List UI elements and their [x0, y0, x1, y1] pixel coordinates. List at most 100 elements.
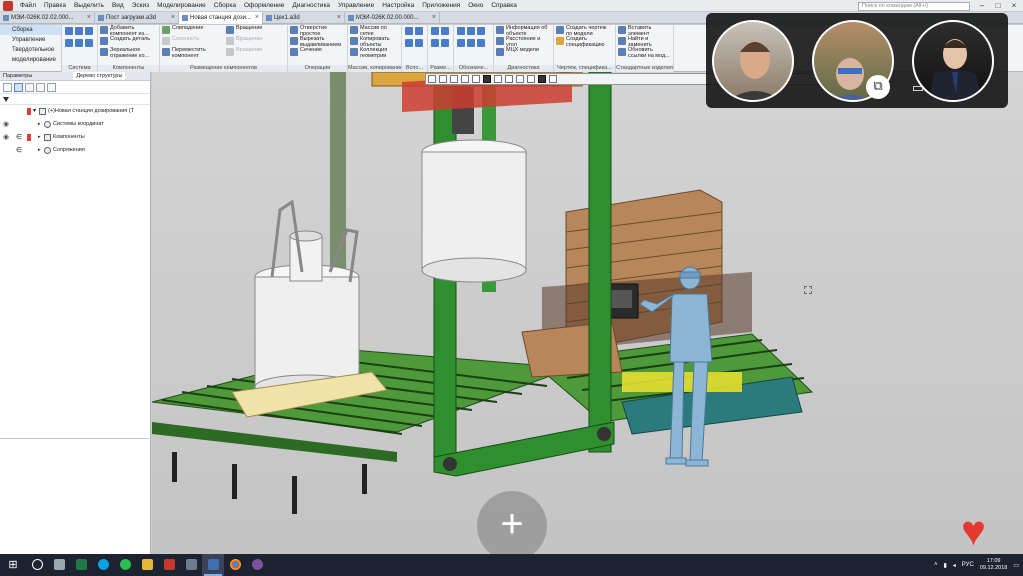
eye-icon[interactable]: ◉	[3, 131, 9, 144]
add-component-button[interactable]: Добавить компонент из...	[98, 25, 159, 36]
expand-icon[interactable]	[36, 83, 45, 92]
roughness-icon[interactable]	[467, 27, 475, 35]
distance-angle-button[interactable]: Расстояние и угол	[494, 36, 553, 47]
taskbar-kompas-3d[interactable]	[202, 554, 224, 576]
section-button[interactable]: Сечение	[288, 47, 347, 58]
print-icon[interactable]	[65, 39, 73, 47]
expand-arrow-icon[interactable]: ▸	[38, 144, 41, 157]
menu-settings[interactable]: Настройка	[378, 0, 418, 12]
coincidence-button[interactable]: Совпадение	[160, 25, 224, 36]
zoom-icon[interactable]	[439, 75, 447, 83]
create-spec-button[interactable]: Создать спецификацию	[554, 36, 615, 47]
input-language[interactable]: РУС	[962, 562, 974, 568]
structure-view-icon[interactable]	[14, 83, 23, 92]
angular-dimension-icon[interactable]	[441, 27, 449, 35]
geometry-collection-button[interactable]: Коллекция геометрии	[348, 47, 401, 58]
add-button[interactable]: +	[477, 491, 547, 561]
mode-solid-modeling-2[interactable]: моделирование	[0, 55, 61, 65]
redo-icon[interactable]	[85, 39, 93, 47]
create-part-button[interactable]: Создать деталь	[98, 36, 159, 47]
zoom-fit-icon[interactable]	[472, 75, 480, 83]
csys-icon[interactable]	[415, 39, 423, 47]
eye-icon[interactable]: ◉	[3, 118, 9, 131]
new-document-icon[interactable]	[65, 27, 73, 35]
filter-options-icon[interactable]	[47, 83, 56, 92]
save-icon[interactable]	[85, 27, 93, 35]
taskbar-explorer[interactable]	[136, 554, 158, 576]
cut-extrude-button[interactable]: Вырезать выдавливанием	[288, 36, 347, 47]
view-orient-icon[interactable]	[428, 75, 436, 83]
tab-document-3[interactable]: Новая станция дози... ×	[179, 12, 263, 24]
expand-arrow-icon[interactable]: ▸	[38, 118, 41, 131]
shaded-display-icon[interactable]	[483, 75, 491, 83]
tab-close-icon[interactable]: ×	[337, 12, 341, 24]
tab-close-icon[interactable]: ×	[171, 12, 175, 24]
menu-file[interactable]: Файл	[16, 0, 40, 12]
update-links-button[interactable]: Обновить ссылки на мод...	[616, 47, 673, 58]
snap-icon[interactable]	[549, 75, 557, 83]
taskbar-calculator[interactable]	[180, 554, 202, 576]
switch-window-button[interactable]: ⧉	[866, 75, 890, 99]
menu-help[interactable]: Справка	[487, 0, 521, 12]
mode-assembly[interactable]: Сборка	[0, 25, 61, 35]
mode-management[interactable]: Управление	[0, 35, 61, 45]
filter-view-icon[interactable]	[538, 75, 546, 83]
taskbar-skype[interactable]	[92, 554, 114, 576]
base-icon[interactable]	[457, 39, 465, 47]
like-heart-icon[interactable]: ♥	[961, 510, 986, 552]
tree-item-components[interactable]: ◉ ∈ ▸ Компоненты	[0, 131, 150, 144]
command-search-input[interactable]: Поиск по командам (Alt+/)	[858, 2, 970, 11]
menu-diagnostics[interactable]: Диагностика	[288, 0, 334, 12]
menu-assembly[interactable]: Сборка	[210, 0, 240, 12]
tab-document-5[interactable]: МЭИ-026К.02.00.000... ×	[345, 12, 440, 24]
tab-close-icon[interactable]: ×	[87, 12, 91, 24]
diameter-dimension-icon[interactable]	[441, 39, 449, 47]
tab-document-4[interactable]: Цех1.a3d ×	[263, 12, 345, 24]
open-icon[interactable]	[75, 27, 83, 35]
menu-applications[interactable]: Приложения	[418, 0, 464, 12]
axis-icon[interactable]	[415, 27, 423, 35]
create-drawing-button[interactable]: Создать чертеж по модели	[554, 25, 615, 36]
text-icon[interactable]	[467, 39, 475, 47]
tab-document-2[interactable]: Пост загрузки.a3d ×	[95, 12, 179, 24]
tray-up-icon[interactable]: ˄	[934, 562, 938, 568]
simple-hole-button[interactable]: Отверстие простое	[288, 25, 347, 36]
rotate-button[interactable]: Вращение	[224, 25, 288, 36]
menu-window[interactable]: Окно	[464, 0, 487, 12]
network-icon[interactable]: ▮	[943, 562, 946, 569]
mirror-component-button[interactable]: Зеркальное отражение ко...	[98, 47, 159, 58]
screenshot-camera-icon[interactable]	[20, 512, 52, 546]
taskbar-excel[interactable]	[70, 554, 92, 576]
volume-icon[interactable]: ◂	[953, 562, 956, 569]
taskbar-task-view[interactable]	[48, 554, 70, 576]
linear-dimension-icon[interactable]	[431, 27, 439, 35]
section-view-icon[interactable]	[505, 75, 513, 83]
menu-select[interactable]: Выделить	[70, 0, 108, 12]
menu-formatting[interactable]: Оформление	[240, 0, 288, 12]
collapse-icon[interactable]: ▾	[33, 105, 36, 118]
tree-item-root[interactable]: ▾ (+)Новая станция дозирования (Т	[0, 105, 150, 118]
start-button[interactable]: ⊞	[0, 554, 26, 576]
taskbar-search[interactable]	[26, 554, 48, 576]
tree-filter[interactable]	[0, 94, 150, 105]
leader-icon[interactable]	[457, 27, 465, 35]
tree-item-mates[interactable]: ∈ ▸ Сопряжения	[0, 144, 150, 157]
tab-close-icon[interactable]: ×	[432, 12, 436, 24]
grid-pattern-button[interactable]: Массив по сетке	[348, 25, 401, 36]
move-component-button[interactable]: Переместить компонент	[160, 47, 224, 58]
pan-icon[interactable]	[450, 75, 458, 83]
wireframe-icon[interactable]	[494, 75, 502, 83]
video-camera-button[interactable]: ▭	[906, 77, 930, 101]
tree-view-icon[interactable]	[3, 83, 12, 92]
insert-element-button[interactable]: Вставить элемент	[616, 25, 673, 36]
menu-view[interactable]: Вид	[108, 0, 128, 12]
copy-objects-button[interactable]: Копировать объекты	[348, 36, 401, 47]
taskbar-kompas[interactable]	[158, 554, 180, 576]
hide-icon[interactable]	[527, 75, 535, 83]
table-icon[interactable]	[477, 39, 485, 47]
menu-management[interactable]: Управление	[334, 0, 378, 12]
maximize-icon[interactable]: □	[990, 0, 1006, 12]
rotate-button-3[interactable]: Вращение	[224, 47, 288, 58]
menu-modeling[interactable]: Моделирование	[153, 0, 210, 12]
close-icon[interactable]: ×	[1006, 0, 1022, 12]
